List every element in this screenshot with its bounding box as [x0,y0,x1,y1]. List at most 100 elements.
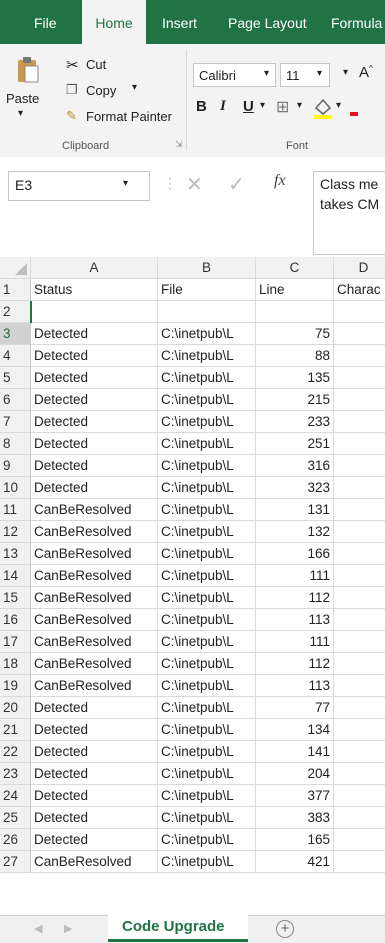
cell[interactable]: CanBeResolved [31,675,158,697]
row-header[interactable]: 18 [0,653,31,675]
row-header[interactable]: 15 [0,587,31,609]
row-header[interactable]: 6 [0,389,31,411]
cell[interactable] [334,587,385,609]
column-header-b[interactable]: B [158,257,256,279]
cell[interactable]: Detected [31,741,158,763]
underline-button[interactable]: U [243,98,254,115]
cell[interactable]: Detected [31,433,158,455]
row-header[interactable]: 17 [0,631,31,653]
tab-page-layout[interactable]: Page Layout [228,0,307,44]
cell[interactable]: 132 [256,521,334,543]
next-sheet-icon[interactable]: ▶ [64,922,72,935]
cell[interactable]: Line [256,279,334,301]
cell[interactable]: CanBeResolved [31,631,158,653]
cell[interactable] [334,521,385,543]
cell[interactable]: C:\inetpub\L [158,763,256,785]
row-header[interactable]: 20 [0,697,31,719]
column-header-d[interactable]: D [334,257,385,279]
cell[interactable]: C:\inetpub\L [158,631,256,653]
cell[interactable] [334,675,385,697]
cell[interactable]: Detected [31,367,158,389]
cell[interactable]: C:\inetpub\L [158,609,256,631]
font-name-select[interactable]: Calibri ▾ [193,63,276,87]
cell[interactable] [31,301,158,323]
row-header[interactable]: 4 [0,345,31,367]
fill-color-icon[interactable] [312,96,334,120]
cell[interactable]: C:\inetpub\L [158,323,256,345]
enter-icon[interactable]: ✓ [228,172,245,197]
cell[interactable]: C:\inetpub\L [158,367,256,389]
cell[interactable]: C:\inetpub\L [158,565,256,587]
cell[interactable]: C:\inetpub\L [158,675,256,697]
cell[interactable] [334,851,385,873]
tab-home[interactable]: Home [82,0,146,44]
cell[interactable]: 165 [256,829,334,851]
cell[interactable]: C:\inetpub\L [158,785,256,807]
cell[interactable]: C:\inetpub\L [158,741,256,763]
copy-dropdown-icon[interactable]: ▾ [132,82,137,93]
cell[interactable]: C:\inetpub\L [158,697,256,719]
tab-file[interactable]: File [34,0,57,44]
row-header[interactable]: 22 [0,741,31,763]
cell[interactable]: Charac [334,279,385,301]
cell[interactable]: 112 [256,653,334,675]
select-all-corner[interactable] [0,257,31,279]
cell[interactable] [334,477,385,499]
tab-insert[interactable]: Insert [162,0,197,44]
row-header[interactable]: 12 [0,521,31,543]
row-header[interactable]: 5 [0,367,31,389]
cell[interactable] [334,389,385,411]
cell[interactable]: 131 [256,499,334,521]
cell[interactable]: C:\inetpub\L [158,719,256,741]
cell[interactable] [334,631,385,653]
cell[interactable]: Detected [31,829,158,851]
cell[interactable] [334,697,385,719]
italic-button[interactable]: I [220,98,226,115]
cell[interactable]: 141 [256,741,334,763]
clipboard-launcher-icon[interactable]: ⇲ [175,139,183,150]
cell[interactable]: Detected [31,455,158,477]
cell[interactable]: Status [31,279,158,301]
cell[interactable] [334,763,385,785]
font-color-icon[interactable] [350,112,358,116]
cell[interactable]: 75 [256,323,334,345]
cell[interactable]: Detected [31,697,158,719]
cell[interactable]: C:\inetpub\L [158,477,256,499]
cell[interactable]: Detected [31,389,158,411]
row-header[interactable]: 7 [0,411,31,433]
cell[interactable] [334,323,385,345]
row-header[interactable]: 24 [0,785,31,807]
formula-input[interactable]: Class me takes CM [313,171,385,255]
row-header[interactable]: 9 [0,455,31,477]
cell[interactable] [334,785,385,807]
cell[interactable] [334,807,385,829]
cell[interactable]: 134 [256,719,334,741]
chevron-down-icon[interactable]: ▾ [343,67,348,78]
row-header[interactable]: 10 [0,477,31,499]
cell[interactable]: 88 [256,345,334,367]
cell[interactable]: C:\inetpub\L [158,587,256,609]
cell[interactable] [334,609,385,631]
cell[interactable] [334,543,385,565]
cell[interactable]: 113 [256,609,334,631]
cell[interactable]: Detected [31,763,158,785]
chevron-down-icon[interactable]: ▾ [336,100,341,111]
cell[interactable]: Detected [31,785,158,807]
row-header[interactable]: 23 [0,763,31,785]
cell[interactable]: 111 [256,631,334,653]
cell[interactable]: 135 [256,367,334,389]
cell[interactable]: C:\inetpub\L [158,521,256,543]
cancel-icon[interactable]: ✕ [186,172,203,197]
cell[interactable]: 383 [256,807,334,829]
cell[interactable]: CanBeResolved [31,499,158,521]
cell[interactable] [334,741,385,763]
font-size-select[interactable]: 11 ▾ [280,63,330,87]
cell[interactable]: Detected [31,807,158,829]
cell[interactable]: Detected [31,477,158,499]
cell[interactable]: 215 [256,389,334,411]
cell[interactable]: 233 [256,411,334,433]
cell[interactable] [334,345,385,367]
cell[interactable]: CanBeResolved [31,521,158,543]
add-sheet-icon[interactable]: + [276,920,294,938]
row-header[interactable]: 25 [0,807,31,829]
